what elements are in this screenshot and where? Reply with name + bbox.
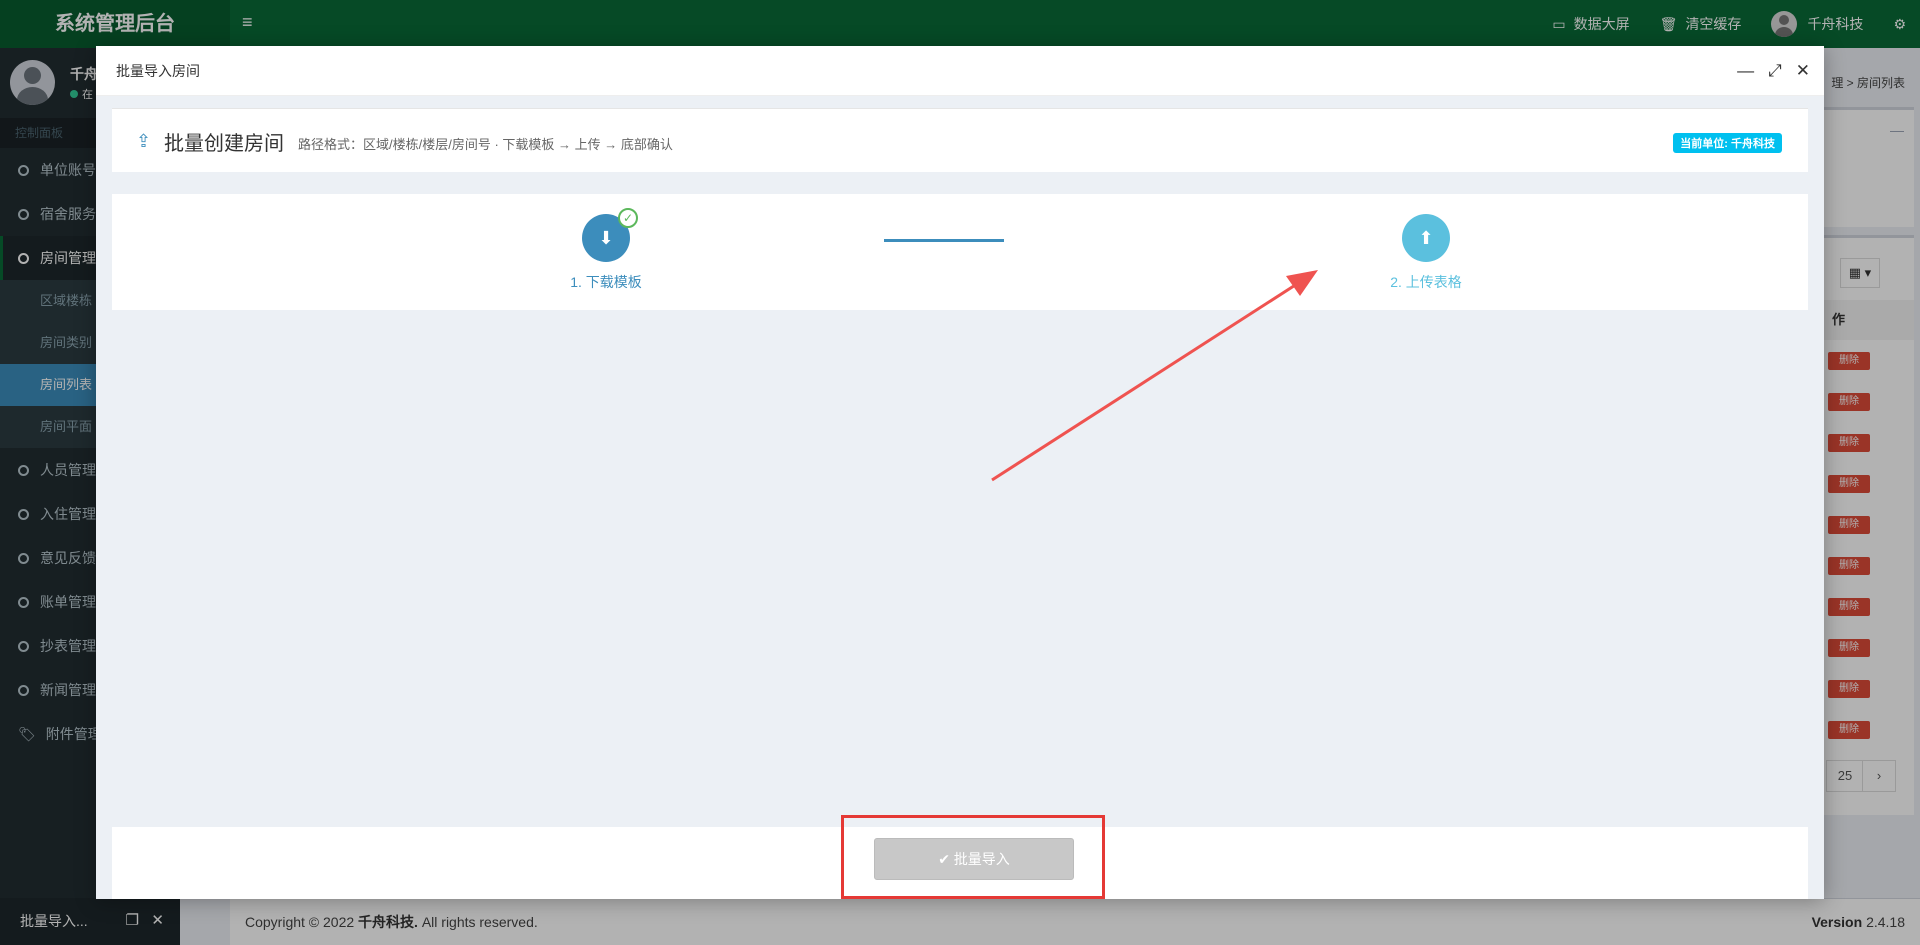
arrow-head: [1286, 270, 1318, 296]
arrow-shaft: [991, 280, 1301, 482]
annotation-arrow: [991, 270, 1318, 482]
